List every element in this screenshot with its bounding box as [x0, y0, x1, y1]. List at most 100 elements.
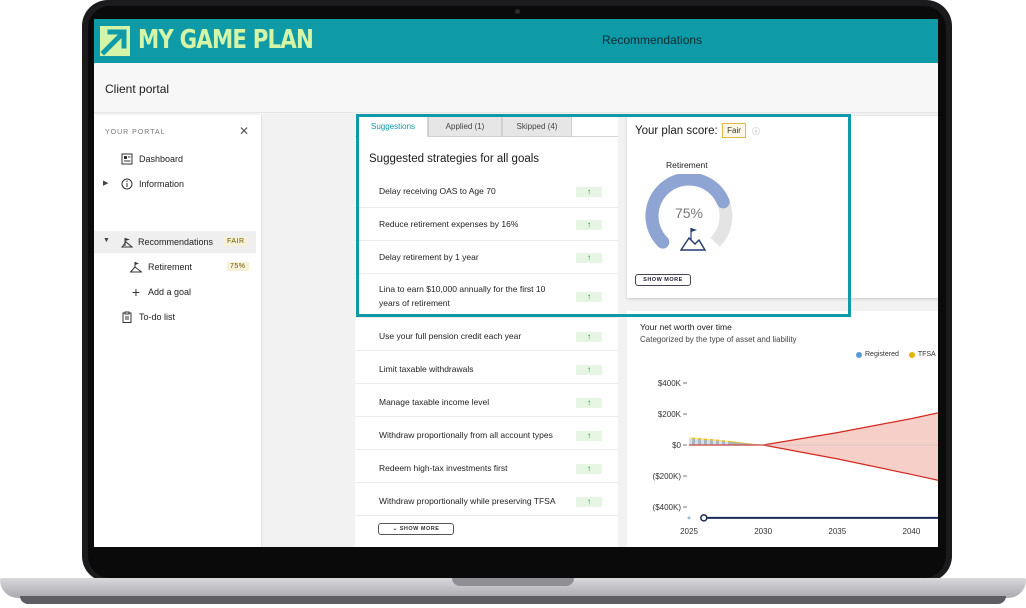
tfsa-stripe [689, 437, 692, 445]
chart-subtitle: Categorized by the type of asset and lia… [640, 335, 797, 344]
arrow-up-icon: ↑ [576, 332, 602, 342]
list-item[interactable]: Delay retirement by 1 year ↑ [355, 241, 618, 274]
sidebar-item-label: Retirement [148, 262, 193, 272]
suggestion-text: Manage taxable income level [379, 397, 490, 407]
list-item[interactable]: Use your full pension credit each year ↑ [355, 318, 618, 351]
legend-label-tfsa: TFSA [917, 351, 936, 358]
sidebar-item-label: Recommendations [138, 237, 214, 247]
x-tick-label: 2040 [903, 527, 921, 536]
brand-logo-text[interactable]: MY GAME PLAN [138, 25, 314, 55]
tab-skipped[interactable]: Skipped (4) [502, 115, 572, 137]
tfsa-stripe [701, 437, 704, 445]
list-item[interactable]: Lina to earn $10,000 annually for the fi… [355, 274, 618, 318]
sidebar-heading: YOUR PORTAL [105, 129, 166, 136]
status-badge: FAIR [224, 237, 248, 246]
score-show-more-button[interactable]: SHOW MORE [635, 274, 691, 286]
tfsa-stripe [719, 437, 722, 445]
arrow-up-icon: ↑ [576, 398, 602, 408]
tab-applied[interactable]: Applied (1) [428, 115, 502, 137]
list-item[interactable]: Reduce retirement expenses by 16% ↑ [355, 208, 618, 241]
suggestion-text: Withdraw proportionally while preserving… [379, 496, 556, 506]
close-icon[interactable]: ✕ [239, 124, 249, 138]
suggestion-text: Use your full pension credit each year [379, 331, 522, 341]
goal-flag-icon [679, 228, 707, 251]
caret-down-icon[interactable]: ▼ [103, 237, 110, 244]
arrow-up-icon: ↑ [576, 497, 602, 507]
show-more-label: SHOW MORE [399, 526, 440, 532]
legend-dot-tfsa [908, 351, 915, 358]
list-item[interactable]: Withdraw proportionally from all account… [355, 417, 618, 450]
list-item[interactable]: Limit taxable withdrawals ↑ [355, 351, 618, 384]
sidebar-item-add-goal[interactable]: + Add a goal [94, 281, 256, 303]
flag-icon [120, 236, 134, 248]
y-tick-label: $200K [658, 410, 682, 419]
arrow-up-icon: ↑ [576, 220, 602, 230]
net-worth-origin-dot [687, 516, 691, 520]
y-tick-label: ($400K) [653, 503, 682, 512]
sidebar-item-label: To-do list [139, 312, 176, 322]
plus-icon: + [131, 284, 141, 300]
plan-score-card: Your plan score: Fair ⓘ Retirement 75% S… [627, 116, 938, 298]
sidebar-item-recommendations[interactable]: ▼ Recommendations FAIR [94, 231, 256, 253]
goal-flag-icon [129, 261, 143, 273]
x-tick-label: 2025 [680, 527, 698, 536]
tab-bar: Suggestions Applied (1) Skipped (4) [355, 115, 618, 137]
progress-badge: 75% [227, 262, 249, 271]
sidebar-item-information[interactable]: ▶ Information [94, 173, 256, 195]
gauge-percent-label: 75% [675, 205, 703, 221]
tfsa-stripe [707, 437, 710, 445]
show-more-button[interactable]: ⌄ SHOW MORE [378, 523, 454, 535]
tfsa-stripe [695, 437, 698, 445]
sidebar-item-dashboard[interactable]: Dashboard [94, 148, 256, 170]
portal-title: Client portal [105, 82, 170, 96]
arrow-up-icon: ↑ [576, 431, 602, 441]
chart-title: Your net worth over time [640, 322, 732, 332]
laptop-notch [452, 578, 574, 586]
arrow-up-icon: ↑ [576, 292, 602, 302]
sidebar-item-retirement[interactable]: Retirement 75% [94, 256, 256, 278]
arrow-up-icon: ↑ [576, 365, 602, 375]
sidebar-item-todo[interactable]: To-do list [94, 306, 256, 328]
top-bar: MY GAME PLAN Recommendations [94, 19, 938, 63]
info-icon [121, 178, 133, 190]
score-gauge: 75% [645, 174, 733, 251]
clipboard-icon [121, 311, 133, 323]
list-item[interactable]: Redeem high-tax investments first ↑ [355, 450, 618, 483]
list-item[interactable]: Manage taxable income level ↑ [355, 384, 618, 417]
y-tick-label: $400K [658, 379, 682, 388]
suggestion-text: Limit taxable withdrawals [379, 364, 474, 374]
plan-score-title: Your plan score: [635, 125, 718, 137]
suggestion-text: Reduce retirement expenses by 16% [379, 219, 519, 229]
suggestion-text: Delay receiving OAS to Age 70 [379, 186, 496, 196]
suggestions-title: Suggested strategies for all goals [369, 153, 540, 165]
sidebar-item-label: Add a goal [148, 287, 192, 297]
y-tick-label: $0 [672, 441, 681, 450]
chart-legend: Registered TFSA [856, 351, 938, 358]
tfsa-stripe [713, 437, 716, 445]
x-tick-label: 2030 [754, 527, 772, 536]
suggestion-text: Redeem high-tax investments first [379, 463, 508, 473]
net-worth-chart: $400K $200K $0 ($200K) ($400K) 2025 2030 2035 20… [653, 379, 938, 536]
arrow-up-icon: ↑ [576, 187, 602, 197]
dashboard-icon [121, 153, 133, 165]
x-tick-label: 2035 [828, 527, 846, 536]
suggestions-panel: Suggestions Applied (1) Skipped (4) Sugg… [355, 115, 618, 547]
camera-icon [515, 9, 520, 14]
legend-dot-registered [856, 351, 862, 358]
legend-label-registered: Registered [865, 351, 899, 358]
net-worth-start-dot [700, 514, 708, 522]
list-item[interactable]: Delay receiving OAS to Age 70 ↑ [355, 175, 618, 208]
logo-arrow-icon [100, 26, 130, 56]
arrow-up-icon: ↑ [576, 253, 602, 263]
info-icon[interactable]: ⓘ [752, 126, 760, 137]
list-item[interactable]: Withdraw proportionally while preserving… [355, 483, 618, 516]
goal-label: Retirement [666, 160, 708, 170]
score-badge: Fair [722, 123, 746, 138]
caret-right-icon[interactable]: ▶ [103, 179, 108, 187]
app-screen: MY GAME PLAN Recommendations Client port… [94, 19, 938, 547]
y-tick-label: ($200K) [653, 472, 682, 481]
suggestion-text: Lina to earn $10,000 annually for the fi… [379, 284, 546, 308]
page-title: Recommendations [602, 33, 703, 47]
tab-suggestions[interactable]: Suggestions [358, 115, 428, 137]
arrow-up-icon: ↑ [576, 464, 602, 474]
